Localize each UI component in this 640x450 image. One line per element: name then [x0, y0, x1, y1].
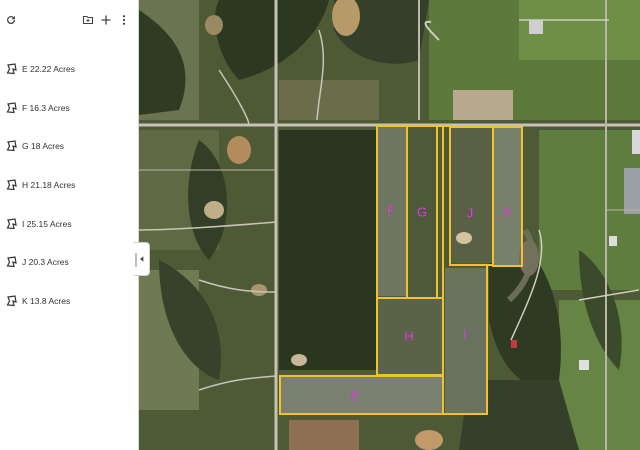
plot-item-i[interactable]: I 25.15 Acres	[0, 204, 139, 243]
plot-item-h[interactable]: H 21.18 Acres	[0, 166, 139, 205]
plot-list: E 22.22 Acres F 16.3 Acres G 18 Acres H …	[0, 50, 139, 320]
plot-item-label: I 25.15 Acres	[22, 218, 72, 229]
plot-label-j: J	[466, 205, 474, 221]
add-folder-icon	[82, 15, 94, 25]
polygon-icon	[6, 63, 17, 75]
plot-label-i: I	[463, 326, 467, 342]
refresh-button[interactable]	[2, 11, 20, 29]
polygon-icon	[6, 295, 17, 307]
polygon-icon	[6, 217, 17, 229]
plot-item-k[interactable]: K 13.8 Acres	[0, 282, 139, 321]
polygon-icon	[6, 140, 17, 152]
plot-item-j[interactable]: J 20.3 Acres	[0, 243, 139, 282]
plot-item-label: E 22.22 Acres	[22, 64, 75, 75]
chevron-left-icon	[139, 256, 143, 262]
add-folder-button[interactable]	[79, 11, 97, 29]
plot-item-label: G 18 Acres	[22, 141, 65, 152]
refresh-icon	[7, 15, 16, 25]
polygon-icon	[6, 256, 17, 268]
more-vert-icon	[122, 15, 126, 25]
satellite-imagery	[139, 0, 640, 450]
plot-item-g[interactable]: G 18 Acres	[0, 127, 139, 166]
drag-handle[interactable]	[135, 253, 137, 267]
satellite-map[interactable]: F G H I J K E	[139, 0, 640, 450]
sidebar-toolbar	[0, 0, 138, 40]
plot-item-label: K 13.8 Acres	[22, 295, 71, 306]
plot-label-h: H	[404, 328, 414, 344]
plot-item-e[interactable]: E 22.22 Acres	[0, 50, 139, 89]
plot-item-label: F 16.3 Acres	[22, 102, 70, 113]
polygon-icon	[6, 102, 17, 114]
plot-item-f[interactable]: F 16.3 Acres	[0, 89, 139, 128]
plot-label-g: G	[416, 204, 428, 220]
collapse-sidebar-button[interactable]	[134, 242, 150, 276]
plus-icon	[101, 15, 111, 25]
plot-item-label: J 20.3 Acres	[22, 257, 69, 268]
plot-label-k: K	[503, 204, 513, 220]
plot-item-label: H 21.18 Acres	[22, 180, 76, 191]
polygon-icon	[6, 179, 17, 191]
plot-label-f: F	[387, 202, 395, 218]
more-options-button[interactable]	[115, 11, 133, 29]
plot-label-e: E	[350, 388, 360, 404]
add-button[interactable]	[97, 11, 115, 29]
sidebar: E 22.22 Acres F 16.3 Acres G 18 Acres H …	[0, 0, 139, 450]
